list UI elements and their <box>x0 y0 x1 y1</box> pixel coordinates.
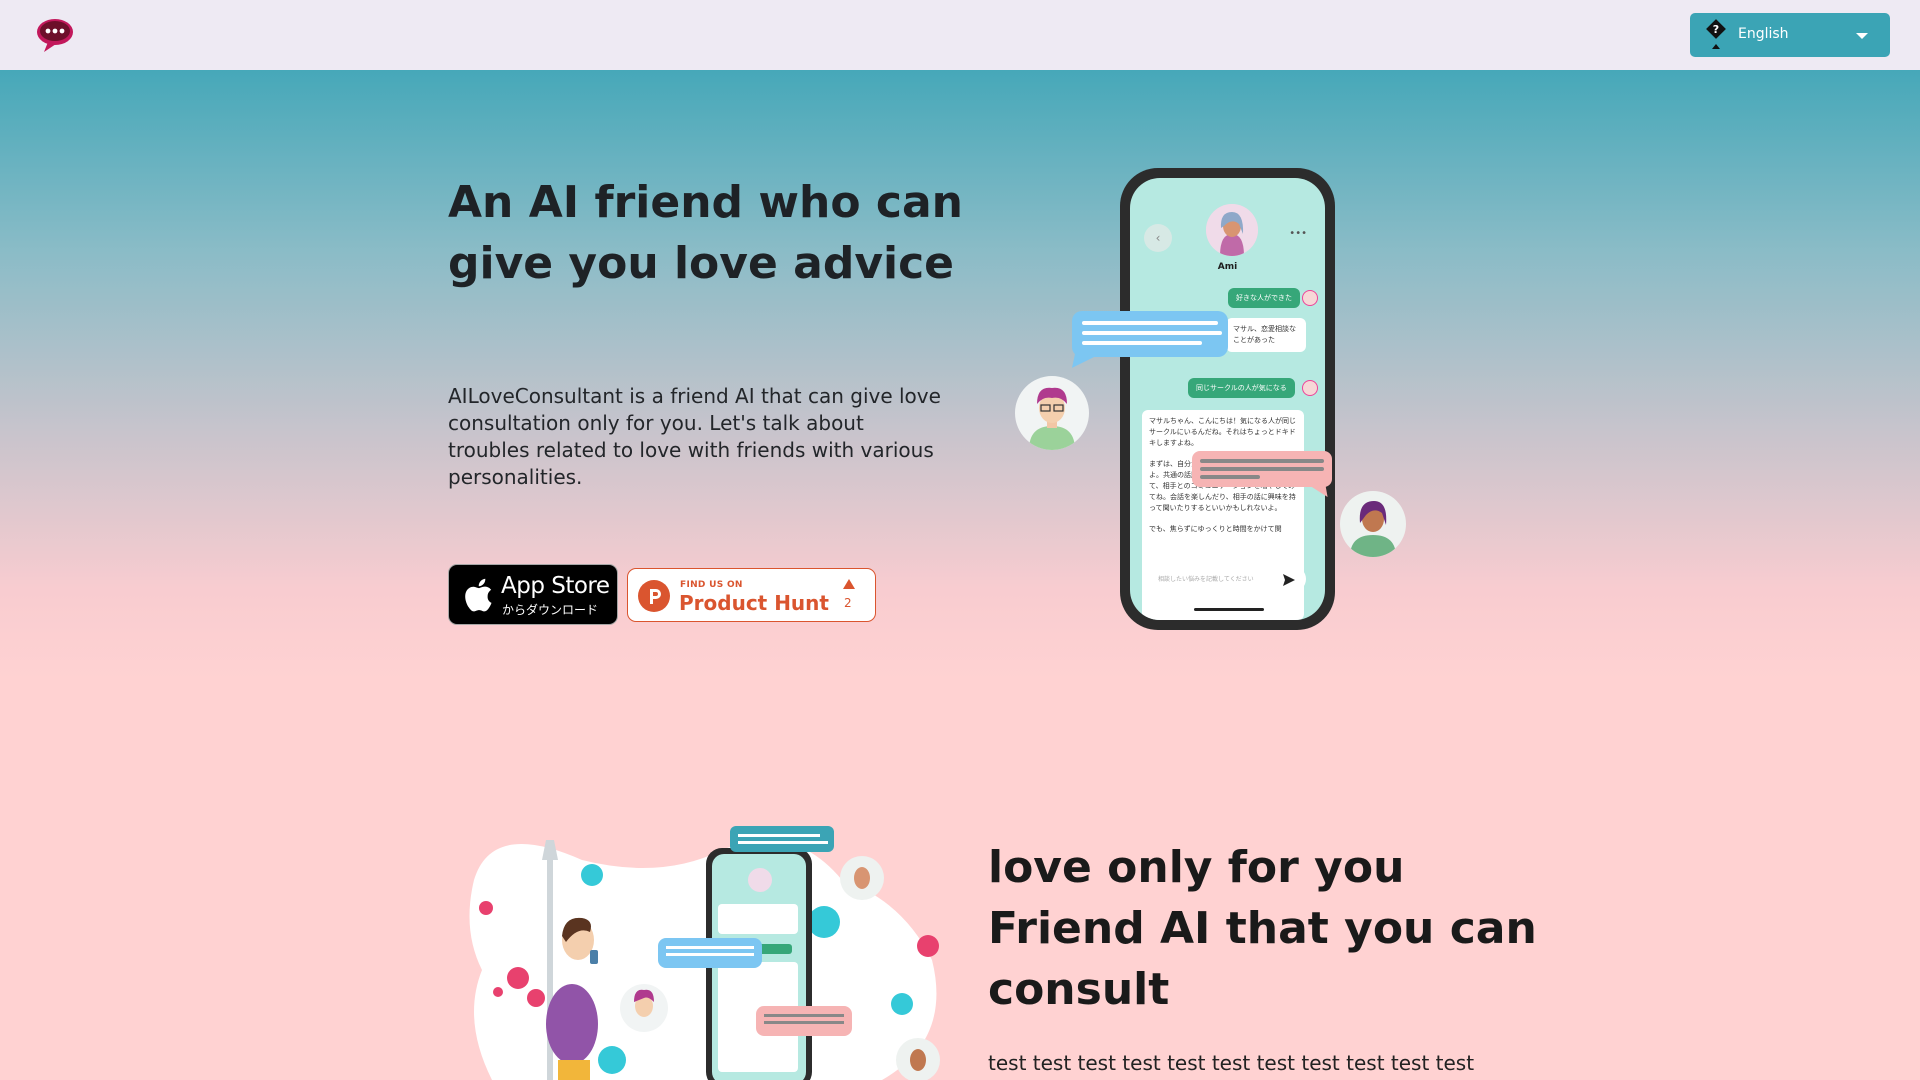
hero-section: An AI friend who can give you love advic… <box>0 70 1920 680</box>
chat-message-user: 同じサークルの人が気になる <box>1188 378 1295 398</box>
back-icon: ‹ <box>1144 224 1172 252</box>
chat-message-ai: マサルちゃん、こんにちは！気になる人が同じサークルにいるんだね。それはちょっとド… <box>1149 417 1296 447</box>
question-diamond-icon: ? <box>1706 19 1726 49</box>
chat-message-ai: マサル、恋愛相談なことがあった <box>1226 318 1306 352</box>
more-icon: ••• <box>1289 228 1307 239</box>
chat-message-user: 好きな人ができた <box>1228 288 1300 308</box>
user-avatar-icon <box>1302 380 1318 396</box>
phone-screen: ‹ Ami ••• 好きな人ができた マサル、恋愛相談なことがあった 同じサーク… <box>1130 178 1325 620</box>
send-icon[interactable] <box>1282 572 1296 586</box>
caret-down-icon <box>1856 33 1868 39</box>
section-title: love only for you Friend AI that you can… <box>988 842 1537 1015</box>
ami-avatar <box>1206 204 1258 256</box>
girl-character-avatar <box>1340 491 1406 557</box>
top-navbar: ? English <box>0 0 1920 70</box>
svg-text:?: ? <box>1713 23 1719 36</box>
boy-character-avatar <box>1015 376 1089 450</box>
chat-input-placeholder: 相談したい悩みを記載してください <box>1158 576 1254 583</box>
chat-bubble-logo-icon[interactable] <box>34 14 76 56</box>
product-hunt-button[interactable]: FIND US ON Product Hunt 2 <box>627 568 876 622</box>
app-store-button[interactable]: App Store からダウンロード <box>448 564 618 625</box>
chat-message-ai: でも、焦らずにゆっくりと時間をかけて関 <box>1149 525 1282 533</box>
language-label: English <box>1738 26 1789 42</box>
app-store-label: App Store <box>501 573 610 599</box>
phone-mockup: ‹ Ami ••• 好きな人ができた マサル、恋愛相談なことがあった 同じサーク… <box>1120 168 1335 630</box>
section-text: test test test test test test test test … <box>988 1051 1475 1075</box>
consult-illustration <box>462 820 962 1080</box>
hero-description: AILoveConsultant is a friend AI that can… <box>448 384 941 489</box>
speech-bubble-pink <box>1192 451 1332 501</box>
hero-title: An AI friend who can give you love advic… <box>448 177 963 289</box>
user-avatar-icon <box>1302 290 1318 306</box>
apple-icon <box>463 577 493 613</box>
speech-bubble-blue <box>1072 311 1228 374</box>
language-select[interactable]: ? English <box>1690 13 1890 57</box>
product-hunt-icon <box>638 580 670 612</box>
upvote-count: 2 <box>844 596 852 610</box>
contact-name: Ami <box>1217 262 1238 272</box>
product-hunt-small-label: FIND US ON <box>680 580 743 590</box>
home-indicator <box>1194 608 1264 611</box>
app-store-sublabel: からダウンロード <box>502 603 599 617</box>
chat-input[interactable]: 相談したい悩みを記載してください <box>1146 566 1306 592</box>
product-hunt-label: Product Hunt <box>679 591 829 615</box>
upvote-arrow-icon <box>843 579 855 589</box>
